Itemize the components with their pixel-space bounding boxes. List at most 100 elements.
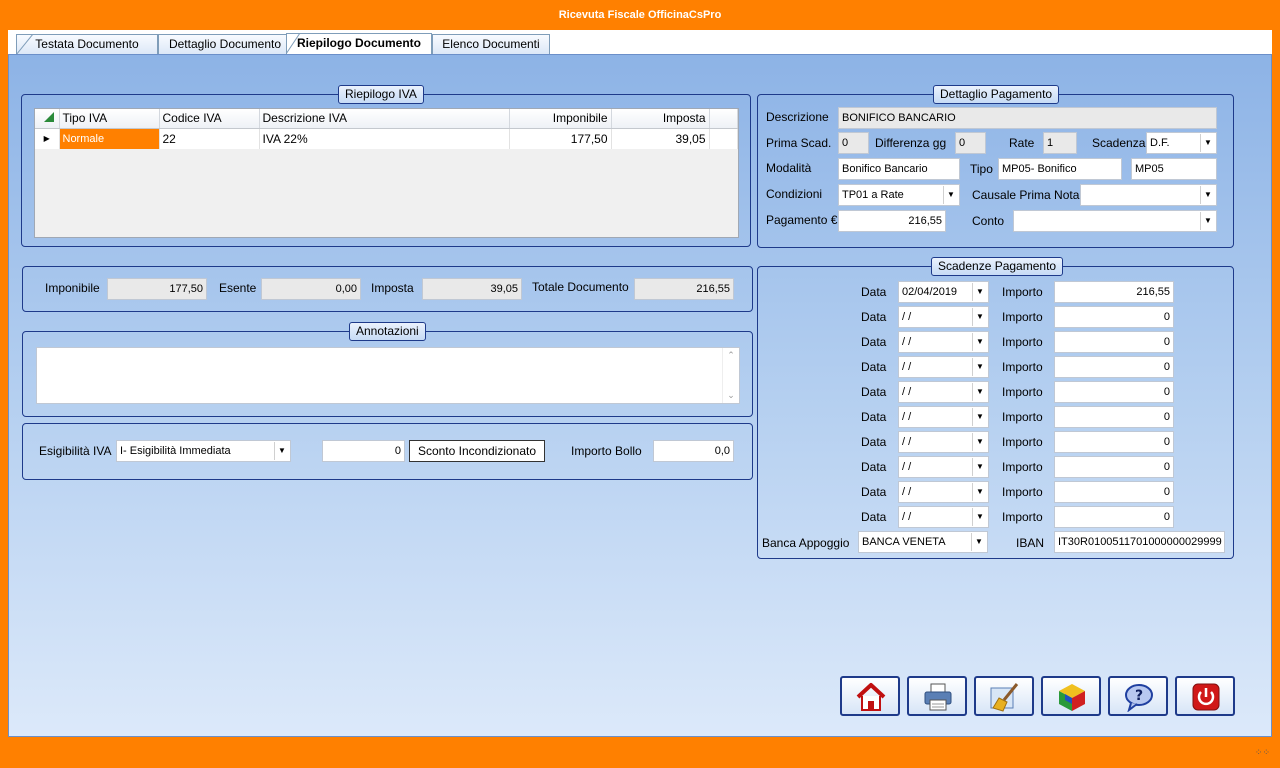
tab-dettaglio-documento[interactable]: Dettaglio Documento [158,34,292,54]
dropdown-arrow-icon[interactable]: ▼ [1200,134,1215,152]
prima-scad-field[interactable]: 0 [838,132,869,154]
help-button[interactable]: ? [1108,676,1168,716]
tab-testata-documento[interactable]: Testata Documento [16,34,158,55]
dropdown-arrow-icon[interactable]: ▼ [972,333,987,351]
annotazioni-group: Annotazioni ⌃ ⌄ [22,322,753,417]
importo-field[interactable]: 0 [1054,506,1174,528]
dropdown-arrow-icon[interactable]: ▼ [972,408,987,426]
importo-field[interactable]: 0 [1054,306,1174,328]
importo-bollo-label: Importo Bollo [571,444,642,458]
print-button[interactable] [907,676,967,716]
tab-strip: Testata Documento Dettaglio Documento Ri… [8,30,1272,55]
col-codice-iva[interactable]: Codice IVA [159,109,260,129]
power-icon [1192,683,1220,711]
importo-field[interactable]: 0 [1054,381,1174,403]
dropdown-arrow-icon[interactable]: ▼ [943,186,958,204]
col-descrizione-iva[interactable]: Descrizione IVA [259,109,510,129]
dropdown-arrow-icon[interactable]: ▼ [972,483,987,501]
dettaglio-pagamento-group: Dettaglio Pagamento Descrizione BONIFICO… [757,85,1234,248]
printer-icon [924,683,952,711]
totale-documento-field[interactable]: 216,55 [634,278,734,300]
descrizione-field[interactable]: BONIFICO BANCARIO [838,107,1217,129]
scadenza-select[interactable]: D.F. ▼ [1146,132,1217,154]
data-date-picker[interactable]: / / ▼ [898,306,989,328]
causale-select[interactable]: ▼ [1080,184,1217,206]
importo-label: Importo [1002,485,1043,499]
dropdown-arrow-icon[interactable]: ▼ [1200,212,1215,230]
cube-button[interactable] [1041,676,1101,716]
imposta-field[interactable]: 39,05 [422,278,522,300]
importo-field[interactable]: 0 [1054,431,1174,453]
data-date-picker[interactable]: / / ▼ [898,356,989,378]
importo-field[interactable]: 0 [1054,356,1174,378]
esigibilita-select[interactable]: I- Esigibilità Immediata ▼ [116,440,291,462]
sconto-incondizionato-button[interactable]: Sconto Incondizionato [409,440,545,462]
esente-field[interactable]: 0,00 [261,278,361,300]
dropdown-arrow-icon[interactable]: ▼ [972,283,987,301]
condizioni-select[interactable]: TP01 a Rate ▼ [838,184,960,206]
esigibilita-label: Esigibilità IVA [39,444,112,458]
cell-descrizione[interactable]: IVA 22% [259,128,510,149]
data-date-picker[interactable]: 02/04/2019 ▼ [898,281,989,303]
data-label: Data [861,360,887,374]
cell-imposta[interactable]: 39,05 [611,128,710,149]
dropdown-arrow-icon[interactable]: ▼ [972,508,987,526]
dropdown-arrow-icon[interactable]: ▼ [972,383,987,401]
cell-tipo[interactable]: Normale [59,128,160,149]
dropdown-arrow-icon[interactable]: ▼ [972,308,987,326]
conto-select[interactable]: ▼ [1013,210,1217,232]
annotazioni-scrollbar[interactable]: ⌃ ⌄ [722,348,739,403]
tab-elenco-documenti[interactable]: Elenco Documenti [432,34,550,54]
data-date-picker[interactable]: / / ▼ [898,456,989,478]
dropdown-arrow-icon[interactable]: ▼ [971,533,986,551]
importo-label: Importo [1002,310,1043,324]
home-button[interactable] [840,676,900,716]
window-title: Ricevuta Fiscale OfficinaCsPro [0,0,1280,30]
exit-button[interactable] [1175,676,1235,716]
scroll-up-icon[interactable]: ⌃ [723,350,739,361]
tipo-field[interactable]: MP05- Bonifico [998,158,1122,180]
differenza-field[interactable]: 0 [955,132,986,154]
importo-field[interactable]: 0 [1054,481,1174,503]
importo-field[interactable]: 0 [1054,456,1174,478]
dropdown-arrow-icon[interactable]: ▼ [972,433,987,451]
importo-label: Importo [1002,410,1043,424]
tipo-code-field[interactable]: MP05 [1131,158,1217,180]
cell-imponibile[interactable]: 177,50 [509,128,612,149]
annotazioni-textarea[interactable]: ⌃ ⌄ [36,347,740,404]
data-date-picker[interactable]: / / ▼ [898,381,989,403]
data-date-picker[interactable]: / / ▼ [898,431,989,453]
data-date-picker[interactable]: / / ▼ [898,406,989,428]
dropdown-arrow-icon[interactable]: ▼ [1200,186,1215,204]
importo-bollo-field[interactable]: 0,0 [653,440,734,462]
iban-field[interactable]: IT30R0100511701000000029999 [1054,531,1225,553]
scroll-down-icon[interactable]: ⌄ [723,390,739,401]
cell-codice[interactable]: 22 [159,128,260,149]
clear-button[interactable] [974,676,1034,716]
importo-field[interactable]: 0 [1054,331,1174,353]
imponibile-field[interactable]: 177,50 [107,278,207,300]
dropdown-arrow-icon[interactable]: ▼ [274,442,289,460]
sconto-field[interactable]: 0 [322,440,405,462]
data-date-picker[interactable]: / / ▼ [898,506,989,528]
modalita-field[interactable]: Bonifico Bancario [838,158,960,180]
dropdown-arrow-icon[interactable]: ▼ [972,358,987,376]
importo-field[interactable]: 216,55 [1054,281,1174,303]
table-row[interactable]: ▶ Normale 22 IVA 22% 177,50 39,05 [35,128,738,149]
col-imponibile[interactable]: Imponibile [509,109,612,129]
importo-label: Importo [1002,460,1043,474]
importo-field[interactable]: 0 [1054,406,1174,428]
col-tipo-iva[interactable]: Tipo IVA [59,109,160,129]
data-date-picker[interactable]: / / ▼ [898,331,989,353]
resize-grip-icon[interactable]: ⁘⁘ [1255,747,1270,758]
banca-appoggio-select[interactable]: BANCA VENETA ▼ [858,531,988,553]
iva-grid[interactable]: Tipo IVA Codice IVA Descrizione IVA Impo… [34,108,739,238]
rate-field[interactable]: 1 [1043,132,1077,154]
scadenza-value: D.F. [1150,137,1170,149]
col-imposta[interactable]: Imposta [611,109,710,129]
tab-riepilogo-documento[interactable]: Riepilogo Documento [286,33,432,54]
dropdown-arrow-icon[interactable]: ▼ [972,458,987,476]
data-date-picker[interactable]: / / ▼ [898,481,989,503]
annotazioni-title: Annotazioni [349,322,426,341]
pagamento-field[interactable]: 216,55 [838,210,946,232]
